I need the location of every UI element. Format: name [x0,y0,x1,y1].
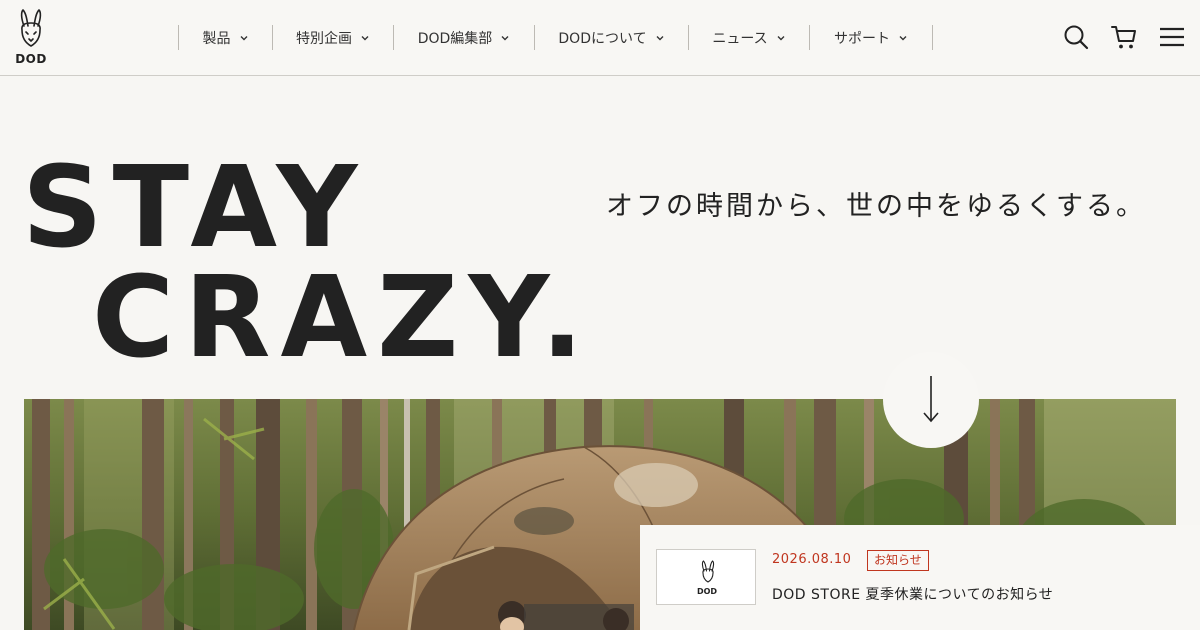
logo-wordmark: DOD [15,52,47,66]
chevron-down-icon [501,35,509,40]
dod-logo[interactable]: DOD [12,8,50,68]
menu-icon[interactable] [1158,23,1186,51]
nav-item-label: DODについて [558,30,647,47]
news-title-link[interactable]: DOD STORE 夏季休業についてのお知らせ [772,584,1053,604]
hero-headline-line1: STAY [22,143,368,273]
chevron-down-icon [361,35,369,40]
news-thumb-logo: DOD [697,587,717,596]
main-nav: 製品 特別企画 DOD編集部 DODについて ニュース サポート [178,25,933,50]
nav-item-products[interactable]: 製品 [179,25,273,50]
rabbit-logo-icon [20,9,42,47]
scroll-down-button[interactable] [883,352,979,448]
search-icon[interactable] [1062,23,1090,51]
nav-item-label: DOD編集部 [417,30,493,47]
news-category-badge: お知らせ [867,550,929,571]
nav-item-special[interactable]: 特別企画 [273,25,394,50]
chevron-down-icon [240,35,247,40]
hero-tagline: オフの時間から、世の中をゆるくする。 [606,191,1146,222]
nav-item-label: 特別企画 [296,30,352,47]
news-card[interactable]: DOD 2026.08.10 お知らせ DOD STORE 夏季休業についてのお… [640,525,1200,630]
news-thumbnail: DOD [656,549,756,605]
nav-item-editorial[interactable]: DOD編集部 [394,25,535,50]
chevron-down-icon [777,35,785,40]
news-date: 2026.08.10 [772,552,852,567]
cart-icon[interactable] [1110,23,1138,51]
hero-headline-line2: CRAZY. [92,253,594,383]
nav-item-label: 製品 [202,30,231,47]
nav-item-about[interactable]: DODについて [535,25,689,50]
rabbit-logo-icon: DOD [697,560,717,596]
nav-item-label: サポート [834,30,890,47]
chevron-down-icon [656,35,664,40]
site-header: DOD 製品 特別企画 DOD編集部 DODについて ニュース サポート [0,0,1200,76]
nav-item-label: ニュース [712,30,768,47]
nav-item-news[interactable]: ニュース [689,25,810,50]
nav-item-support[interactable]: サポート [810,25,933,50]
arrow-down-icon [923,376,939,423]
chevron-down-icon [899,35,907,40]
